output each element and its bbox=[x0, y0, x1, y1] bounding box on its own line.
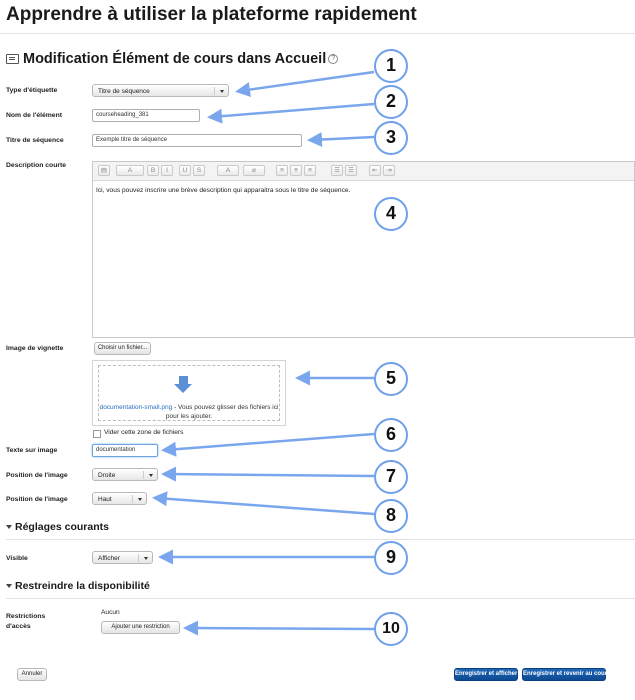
callout-3: 3 bbox=[374, 121, 408, 155]
clear-format-button[interactable]: ⌀ bbox=[243, 165, 265, 176]
callout-9: 9 bbox=[374, 541, 408, 575]
dropzone-file-link[interactable]: documentation-small.png bbox=[100, 404, 173, 411]
seq-title-input[interactable]: Exemple titre de séquence bbox=[92, 134, 302, 147]
img-text-input[interactable]: documentation bbox=[92, 444, 158, 457]
dropzone-text: documentation-small.png - Vous pouvez gl… bbox=[95, 403, 283, 421]
section-title: Modification Élément de cours dans Accue… bbox=[6, 51, 339, 67]
restrict-label-line2: d'accès bbox=[6, 623, 31, 630]
callout-1: 1 bbox=[374, 49, 408, 83]
restrict-label-line1: Restrictions bbox=[6, 613, 46, 620]
visible-select[interactable]: Afficher bbox=[92, 551, 153, 564]
visible-value: Afficher bbox=[98, 555, 120, 562]
common-settings-header[interactable]: Réglages courants bbox=[6, 521, 109, 533]
align-center-button[interactable]: ≡ bbox=[290, 165, 302, 176]
arrow-7 bbox=[161, 466, 375, 482]
restrict-title: Restreindre la disponibilité bbox=[15, 580, 150, 592]
underline-button[interactable]: U bbox=[179, 165, 191, 176]
visible-label: Visible bbox=[6, 555, 28, 562]
arrow-8 bbox=[152, 491, 375, 516]
dropzone-hint: - Vous pouvez glisser des fichiers ici p… bbox=[165, 404, 279, 420]
callout-5: 5 bbox=[374, 362, 408, 396]
toolbar-toggle-button[interactable]: ▤ bbox=[98, 165, 110, 176]
arrow-1 bbox=[235, 70, 375, 98]
rich-text-editor[interactable]: ▤ A B I U S A ⌀ ≡ ≡ ≡ ☰ ☰ ⇤ ⇥ Ici, vous … bbox=[92, 161, 635, 338]
img-pos-label: Position de l'image bbox=[6, 472, 68, 479]
edit-module-icon bbox=[6, 54, 19, 64]
img-pos-select[interactable]: Droite bbox=[92, 468, 158, 481]
img-pos-value: Droite bbox=[98, 472, 116, 479]
editor-toolbar: ▤ A B I U S A ⌀ ≡ ≡ ≡ ☰ ☰ ⇤ ⇥ bbox=[93, 162, 634, 181]
clear-files-label: Vider cette zone de fichiers bbox=[104, 429, 184, 436]
select-separator bbox=[214, 87, 215, 95]
select-separator bbox=[132, 495, 133, 503]
clear-files-checkbox[interactable] bbox=[93, 430, 101, 438]
type-select-value: Titre de séquence bbox=[98, 88, 150, 95]
img-pos2-label: Position de l'image bbox=[6, 496, 68, 503]
callout-7: 7 bbox=[374, 460, 408, 494]
choose-file-button[interactable]: Choisir un fichier... bbox=[94, 342, 151, 355]
callout-6: 6 bbox=[374, 418, 408, 452]
collapse-triangle-icon bbox=[6, 525, 12, 529]
title-divider bbox=[0, 33, 635, 34]
callout-2: 2 bbox=[374, 85, 408, 119]
callout-8: 8 bbox=[374, 499, 408, 533]
seq-title-label: Titre de séquence bbox=[6, 137, 64, 144]
select-separator bbox=[138, 554, 139, 562]
common-settings-title: Réglages courants bbox=[15, 521, 109, 533]
chevron-down-icon bbox=[144, 557, 148, 560]
restrict-none: Aucun bbox=[101, 609, 120, 616]
number-list-button[interactable]: ☰ bbox=[345, 165, 357, 176]
help-icon[interactable]: ? bbox=[328, 54, 339, 64]
italic-button[interactable]: I bbox=[161, 165, 173, 176]
type-label: Type d'étiquette bbox=[6, 87, 58, 94]
cancel-button[interactable]: Annuler bbox=[17, 668, 47, 681]
section-divider bbox=[6, 598, 635, 599]
indent-button[interactable]: ⇥ bbox=[383, 165, 395, 176]
bullet-list-button[interactable]: ☰ bbox=[331, 165, 343, 176]
save-display-button[interactable]: Enregistrer et afficher bbox=[454, 668, 518, 681]
arrow-2 bbox=[207, 102, 375, 124]
img-text-label: Texte sur image bbox=[6, 447, 58, 454]
align-left-button[interactable]: ≡ bbox=[276, 165, 288, 176]
add-restriction-button[interactable]: Ajouter une restriction bbox=[101, 621, 180, 634]
editor-content[interactable]: Ici, vous pouvez inscrire une brève desc… bbox=[96, 187, 350, 194]
page-title: Apprendre à utiliser la plateforme rapid… bbox=[6, 4, 417, 25]
type-select[interactable]: Titre de séquence bbox=[92, 84, 229, 97]
bold-button[interactable]: B bbox=[147, 165, 159, 176]
save-return-button[interactable]: Enregistrer et revenir au cours bbox=[522, 668, 610, 681]
img-pos2-select[interactable]: Haut bbox=[92, 492, 147, 505]
collapse-triangle-icon bbox=[6, 584, 12, 588]
strike-button[interactable]: S bbox=[193, 165, 205, 176]
select-separator bbox=[143, 471, 144, 479]
file-dropzone[interactable]: documentation-small.png - Vous pouvez gl… bbox=[92, 360, 286, 426]
desc-label: Description courte bbox=[6, 162, 67, 169]
font-size-button[interactable]: A bbox=[116, 165, 144, 176]
arrow-3 bbox=[307, 132, 375, 148]
download-arrow-icon bbox=[174, 376, 192, 393]
chevron-down-icon bbox=[138, 498, 142, 501]
restrict-header[interactable]: Restreindre la disponibilité bbox=[6, 580, 150, 592]
callout-4: 4 bbox=[374, 197, 408, 231]
image-label: Image de vignette bbox=[6, 345, 64, 352]
align-right-button[interactable]: ≡ bbox=[304, 165, 316, 176]
arrow-10 bbox=[183, 620, 375, 636]
arrow-6 bbox=[161, 432, 375, 457]
chevron-down-icon bbox=[220, 90, 224, 93]
section-title-text: Modification Élément de cours dans Accue… bbox=[23, 51, 327, 67]
name-input[interactable]: courseheading_381 bbox=[92, 109, 200, 122]
callout-10: 10 bbox=[374, 612, 408, 646]
chevron-down-icon bbox=[149, 474, 153, 477]
outdent-button[interactable]: ⇤ bbox=[369, 165, 381, 176]
section-divider bbox=[6, 539, 635, 540]
name-label: Nom de l'élément bbox=[6, 112, 63, 119]
text-color-button[interactable]: A bbox=[217, 165, 239, 176]
img-pos2-value: Haut bbox=[98, 496, 112, 503]
